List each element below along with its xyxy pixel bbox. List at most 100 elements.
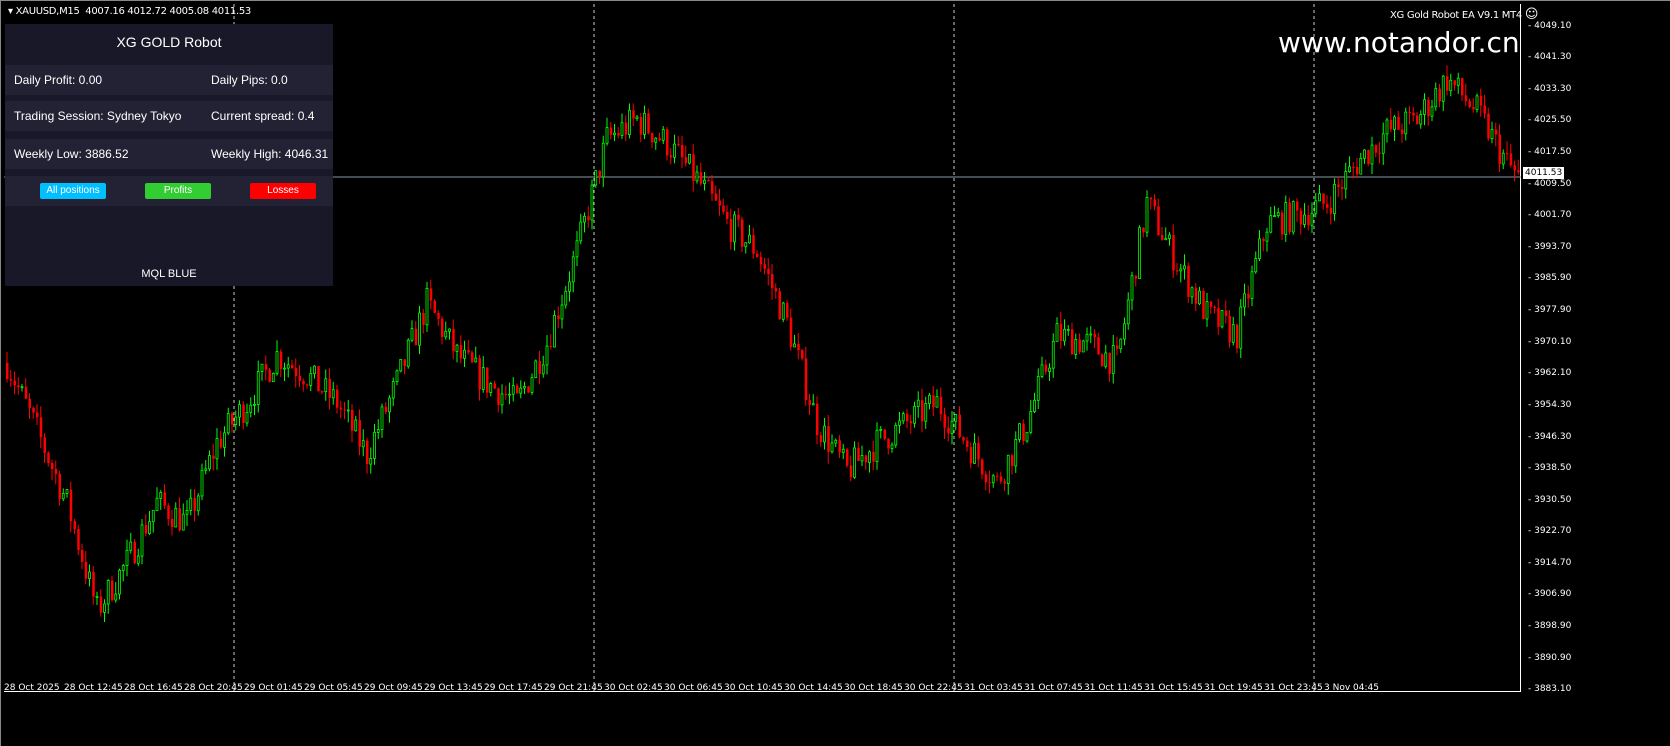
bear-candle xyxy=(1389,119,1393,130)
bull-candle xyxy=(1303,214,1306,225)
bull-candle xyxy=(208,455,211,470)
bull-candle xyxy=(1370,144,1374,165)
bear-candle xyxy=(1453,80,1456,86)
bear-candle xyxy=(1134,275,1138,279)
bear-candle xyxy=(298,376,301,381)
bear-candle xyxy=(1374,145,1378,153)
profit-row: Daily Profit: 0.00 Daily Pips: 0.0 xyxy=(5,65,333,95)
bull-candle xyxy=(215,438,219,460)
bear-candle xyxy=(801,350,804,359)
time-tick: 31 Oct 11:45 xyxy=(1084,683,1143,693)
bull-candle xyxy=(1310,212,1314,226)
bear-candle xyxy=(73,521,76,530)
bear-candle xyxy=(966,440,969,447)
bull-candle xyxy=(1085,333,1089,342)
bear-candle xyxy=(336,389,339,408)
bear-candle xyxy=(212,455,215,459)
bull-candle xyxy=(534,360,538,378)
bear-candle xyxy=(133,542,136,564)
bull-candle xyxy=(601,142,605,178)
bull-candle xyxy=(331,389,335,399)
bull-candle xyxy=(733,214,736,243)
bull-candle xyxy=(1475,95,1479,110)
bull-candle xyxy=(1018,423,1021,440)
bull-candle xyxy=(1344,171,1348,190)
bear-candle xyxy=(77,529,80,551)
price-tick: - 4041.30 xyxy=(1528,52,1572,63)
bear-candle xyxy=(193,498,196,511)
bear-candle xyxy=(1116,345,1119,349)
bull-candle xyxy=(688,153,691,164)
bull-candle xyxy=(234,416,238,425)
bull-candle xyxy=(151,510,155,523)
bear-candle xyxy=(471,352,474,362)
bull-candle xyxy=(973,442,976,464)
time-tick: 30 Oct 02:45 xyxy=(604,683,663,693)
bear-candle xyxy=(429,288,433,301)
bear-candle xyxy=(767,268,770,275)
bull-candle xyxy=(890,444,894,449)
bear-candle xyxy=(279,351,283,370)
all-positions-button[interactable]: All positions xyxy=(40,183,106,199)
bear-candle xyxy=(741,219,744,247)
bull-candle xyxy=(283,367,286,370)
bear-candle xyxy=(1224,310,1228,316)
bull-candle xyxy=(1250,271,1254,299)
bull-candle xyxy=(121,565,125,571)
bull-candle xyxy=(830,442,834,453)
bear-candle xyxy=(527,386,530,393)
time-tick: 29 Oct 13:45 xyxy=(424,683,483,693)
price-tick: - 3977.90 xyxy=(1528,305,1572,316)
bear-candle xyxy=(958,414,961,438)
bear-candle xyxy=(909,421,913,424)
session-row: Trading Session: Sydney Tokyo Current sp… xyxy=(5,101,333,131)
bear-candle xyxy=(726,211,729,219)
bear-candle xyxy=(624,122,628,135)
price-tick: - 4001.70 xyxy=(1528,210,1572,221)
bear-candle xyxy=(493,383,496,389)
bull-candle xyxy=(1081,340,1085,353)
bull-candle xyxy=(1385,119,1389,135)
bear-candle xyxy=(827,426,830,452)
bull-candle xyxy=(924,403,928,422)
bull-candle xyxy=(519,387,523,394)
bear-candle xyxy=(358,420,361,447)
bull-candle xyxy=(1198,290,1201,305)
bull-candle xyxy=(560,304,564,320)
losses-button[interactable]: Losses xyxy=(250,183,316,199)
bear-candle xyxy=(437,312,440,319)
bull-candle xyxy=(1314,200,1318,214)
bear-candle xyxy=(1356,167,1359,175)
bull-candle xyxy=(376,429,380,433)
price-tick: - 3930.50 xyxy=(1528,494,1572,505)
bull-candle xyxy=(159,491,163,499)
price-tick: - 3993.70 xyxy=(1528,242,1572,253)
bull-candle xyxy=(118,569,121,595)
bull-candle xyxy=(568,281,571,292)
time-tick: 28 Oct 12:45 xyxy=(64,683,123,693)
bear-candle xyxy=(163,492,166,506)
bear-candle xyxy=(231,413,234,425)
bear-candle xyxy=(1483,105,1486,114)
bear-candle xyxy=(647,113,650,134)
bear-candle xyxy=(669,155,673,158)
ea-label-container: XG Gold Robot EA V9.1 MT4 ☺ xyxy=(1390,7,1538,22)
bear-candle xyxy=(1438,88,1441,102)
profits-button[interactable]: Profits xyxy=(145,183,211,199)
bear-candle xyxy=(981,459,984,475)
time-tick: 30 Oct 18:45 xyxy=(844,683,903,693)
bull-candle xyxy=(1066,328,1070,331)
bear-candle xyxy=(538,360,541,374)
time-tick: 31 Oct 15:45 xyxy=(1144,683,1203,693)
bull-candle xyxy=(1074,339,1078,355)
bear-candle xyxy=(752,235,755,254)
bull-candle xyxy=(1318,193,1321,202)
bull-candle xyxy=(489,383,493,393)
bull-candle xyxy=(1419,114,1423,125)
bull-candle xyxy=(748,234,751,244)
bear-candle xyxy=(1209,301,1213,307)
trading-session: Trading Session: Sydney Tokyo xyxy=(14,109,182,123)
bear-candle xyxy=(99,596,103,613)
bull-candle xyxy=(823,425,826,443)
bull-candle xyxy=(853,447,856,478)
